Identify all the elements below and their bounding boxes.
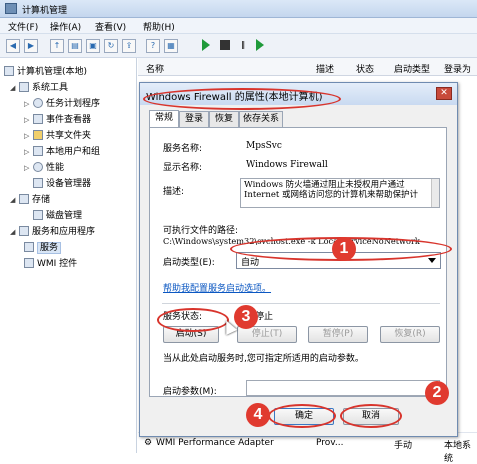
restart-service-icon[interactable]: [256, 39, 264, 51]
expand-icon[interactable]: ▷: [24, 132, 31, 140]
column-startup-type[interactable]: 启动类型: [394, 62, 430, 75]
start-params-label: 启动参数(M):: [163, 387, 217, 397]
computer-icon: [4, 66, 14, 76]
row-description: Prov...: [316, 438, 344, 448]
annotation-ring-start: [157, 308, 229, 332]
help-link[interactable]: 帮助我配置服务启动选项。: [163, 281, 271, 294]
wmi-icon: [24, 258, 34, 268]
tree-item-services-apps[interactable]: ◢ 服务和应用程序: [10, 224, 95, 237]
annotation-badge-1: 1: [332, 237, 356, 261]
row-name: WMI Performance Adapter: [156, 438, 274, 448]
divider: [162, 303, 440, 304]
collapse-icon[interactable]: ◢: [10, 196, 17, 204]
tab-recovery[interactable]: 恢复: [209, 111, 239, 127]
view-icon[interactable]: ▦: [164, 39, 178, 53]
collapse-icon[interactable]: ◢: [10, 228, 17, 236]
folder-icon: [33, 130, 43, 140]
tab-dependencies[interactable]: 依存关系: [239, 111, 283, 127]
forward-icon[interactable]: ▶: [24, 39, 38, 53]
properties-icon[interactable]: ▣: [86, 39, 100, 53]
gear-icon: ⚙: [144, 438, 153, 448]
description-box[interactable]: Windows 防火墙通过阻止未授权用户通过 Internet 或网络访问您的计…: [240, 178, 440, 208]
annotation-badge-3: 3: [234, 305, 258, 329]
service-name-value: MpsSvc: [246, 141, 282, 151]
show-tree-icon[interactable]: ▤: [68, 39, 82, 53]
annotation-badge-2: 2: [425, 381, 449, 405]
display-name-value: Windows Firewall: [246, 160, 328, 170]
start-service-icon[interactable]: [202, 39, 210, 51]
disk-icon: [33, 210, 43, 220]
tree-item-storage[interactable]: ◢ 存储: [10, 192, 50, 205]
tree-item-system-tools[interactable]: ◢ 系统工具: [10, 80, 68, 93]
pause-button[interactable]: 暂停(P): [308, 326, 368, 343]
window-title: 计算机管理: [22, 6, 68, 16]
row-startup-type: 手动: [394, 441, 413, 451]
expand-icon[interactable]: ▷: [24, 148, 31, 156]
tree-item-disk-management[interactable]: 磁盘管理: [33, 208, 82, 221]
gear-icon: [24, 242, 34, 252]
menu-bar: 文件(F) 操作(A) 查看(V) 帮助(H): [0, 18, 477, 34]
tree-item-device-manager[interactable]: 设备管理器: [33, 176, 91, 189]
computer-management-icon: [5, 3, 17, 14]
expand-icon[interactable]: ▷: [24, 100, 31, 108]
collapse-icon[interactable]: ◢: [10, 84, 17, 92]
tree-item-task-scheduler[interactable]: ▷ 任务计划程序: [24, 96, 100, 109]
tree-item-performance[interactable]: ▷ 性能: [24, 160, 64, 173]
storage-icon: [19, 194, 29, 204]
tree-item-services[interactable]: 服务: [24, 240, 62, 254]
menu-file[interactable]: 文件(F): [8, 20, 38, 33]
description-label: 描述:: [163, 187, 185, 197]
start-params-hint: 当从此处启动服务时,您可指定所适用的启动参数。: [163, 354, 364, 364]
column-name[interactable]: 名称: [146, 62, 164, 75]
users-icon: [33, 146, 43, 156]
annotation-badge-4: 4: [246, 403, 270, 427]
row-logon: 本地系统: [444, 441, 472, 464]
expand-icon[interactable]: ▷: [24, 164, 31, 172]
startup-type-label: 启动类型(E):: [163, 258, 215, 268]
help-icon[interactable]: ?: [146, 39, 160, 53]
event-viewer-icon: [33, 114, 43, 124]
tree-root[interactable]: 计算机管理(本地): [4, 64, 87, 77]
column-status[interactable]: 状态: [356, 62, 374, 75]
annotation-ring-title: [143, 88, 341, 110]
tab-general[interactable]: 常规: [149, 110, 179, 127]
toolbar: ◀ ▶ ↑ ▤ ▣ ↻ ⇪ ? ▦ ‖: [0, 34, 477, 58]
navigation-tree: 计算机管理(本地) ◢ 系统工具 ▷ 任务计划程序 ▷ 事件查看器 ▷ 共享文件夹 ▷ 本…: [0, 58, 137, 453]
column-description[interactable]: 描述: [316, 62, 334, 75]
annotation-ring-cancel: [340, 404, 402, 428]
chevron-down-icon: [428, 258, 436, 263]
tree-item-shared-folders[interactable]: ▷ 共享文件夹: [24, 128, 91, 141]
close-icon[interactable]: ✕: [436, 87, 452, 100]
stop-service-icon[interactable]: [220, 40, 230, 50]
menu-view[interactable]: 查看(V): [95, 20, 126, 33]
path-label: 可执行文件的路径:: [163, 226, 239, 236]
tree-item-local-users[interactable]: ▷ 本地用户和组: [24, 144, 100, 157]
clock-icon: [33, 98, 43, 108]
general-panel: 服务名称: MpsSvc 显示名称: Windows Firewall 描述: …: [149, 127, 447, 397]
device-manager-icon: [33, 178, 43, 188]
back-icon[interactable]: ◀: [6, 39, 20, 53]
column-logon-as[interactable]: 登录为: [444, 62, 471, 75]
performance-icon: [33, 162, 43, 172]
refresh-icon[interactable]: ↻: [104, 39, 118, 53]
expand-icon[interactable]: ▷: [24, 116, 31, 124]
export-icon[interactable]: ⇪: [122, 39, 136, 53]
up-folder-icon[interactable]: ↑: [50, 39, 64, 53]
tab-logon[interactable]: 登录: [179, 111, 209, 127]
pause-service-icon[interactable]: ‖: [236, 39, 250, 53]
description-scrollbar[interactable]: [431, 179, 439, 207]
start-params-input[interactable]: [246, 380, 440, 396]
resume-button[interactable]: 恢复(R): [380, 326, 440, 343]
display-name-label: 显示名称:: [163, 163, 203, 173]
window-titlebar: 计算机管理: [0, 0, 477, 18]
tree-item-wmi[interactable]: WMI 控件: [24, 256, 77, 269]
service-list-header: 名称 描述 状态 启动类型 登录为: [138, 58, 477, 76]
menu-action[interactable]: 操作(A): [50, 20, 81, 33]
services-apps-icon: [19, 226, 29, 236]
menu-help[interactable]: 帮助(H): [143, 20, 175, 33]
tools-icon: [19, 82, 29, 92]
annotation-ring-ok: [268, 404, 336, 428]
service-name-label: 服务名称:: [163, 144, 203, 154]
tree-item-event-viewer[interactable]: ▷ 事件查看器: [24, 112, 91, 125]
